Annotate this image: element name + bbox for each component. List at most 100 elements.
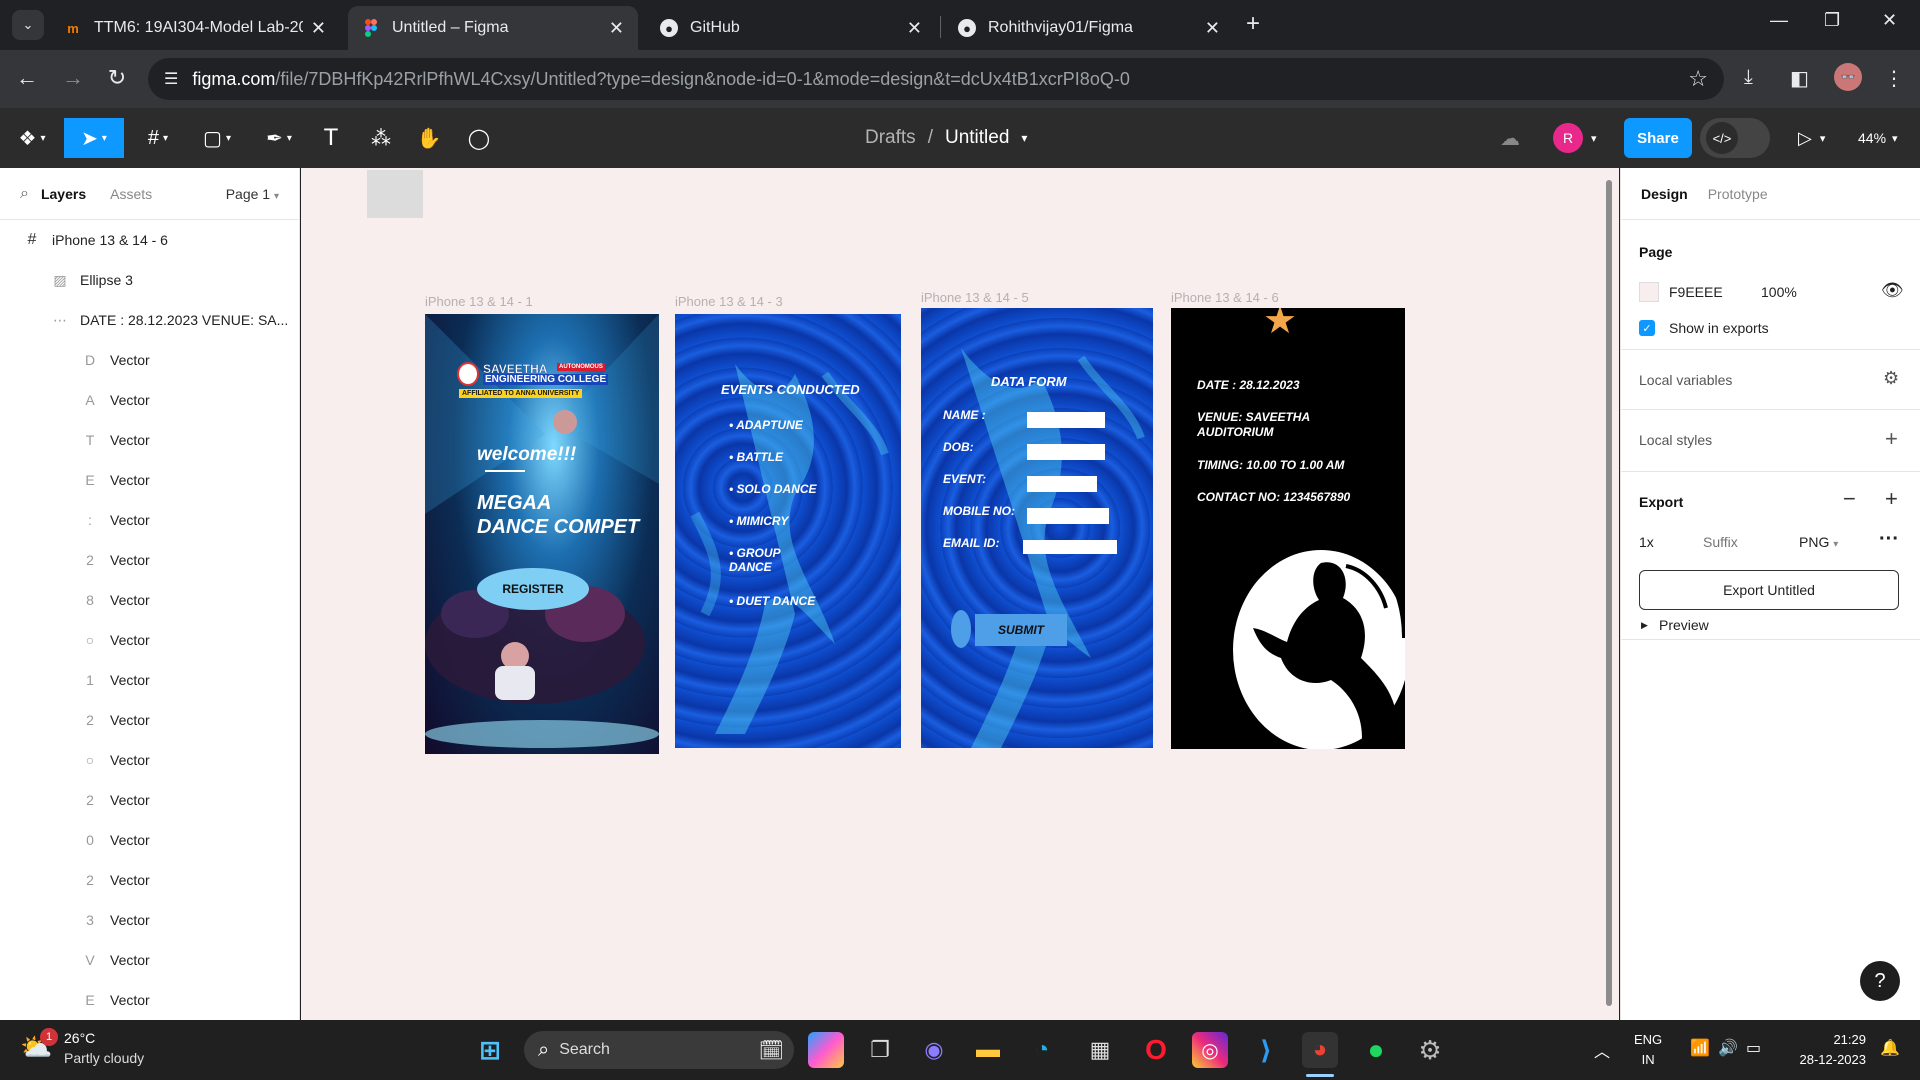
edge-browser-icon[interactable]: ◔ <box>1024 1032 1060 1068</box>
sliders-icon[interactable]: ⚙ <box>1883 368 1899 389</box>
plus-icon[interactable]: + <box>1885 426 1898 452</box>
layer-row[interactable]: 1 Vector <box>0 660 299 700</box>
spotify-icon[interactable]: ● <box>1358 1032 1394 1068</box>
clock[interactable]: 21:29 28-12-2023 <box>1782 1030 1867 1070</box>
tab-design[interactable]: Design <box>1641 186 1688 202</box>
tab-layers[interactable]: Layers <box>41 186 86 202</box>
hand-tool-button[interactable]: ✋ <box>414 118 444 158</box>
layer-row[interactable]: A Vector <box>0 380 299 420</box>
task-view-icon[interactable]: ❐ <box>862 1032 898 1068</box>
window-close-icon[interactable]: ✕ <box>1882 10 1897 31</box>
layer-row[interactable]: ⋯ DATE : 28.12.2023 VENUE: SA... <box>0 300 299 340</box>
name-input[interactable] <box>1027 412 1105 428</box>
frame-events[interactable]: EVENTS CONDUCTED • ADAPTUNE • BATTLE • S… <box>675 314 901 748</box>
more-horizontal-icon[interactable]: ··· <box>1879 528 1899 551</box>
layer-row[interactable]: 2 Vector <box>0 860 299 900</box>
layer-row[interactable]: E Vector <box>0 980 299 1020</box>
submit-button[interactable]: SUBMIT <box>975 614 1067 646</box>
layer-row[interactable]: # iPhone 13 & 14 - 6 <box>0 220 299 260</box>
layer-row[interactable]: ○ Vector <box>0 740 299 780</box>
file-name[interactable]: Untitled <box>945 127 1009 149</box>
volume-icon[interactable]: 🔊 <box>1718 1038 1738 1058</box>
frame-data-form[interactable]: DATA FORM NAME : DOB: EVENT: MOBILE NO: … <box>921 308 1153 748</box>
plus-icon[interactable]: + <box>1885 486 1898 512</box>
address-bar[interactable]: ☰ figma.com/file/7DBHfKp42RrlPfhWL4Cxsy/… <box>148 58 1724 100</box>
placeholder-rectangle[interactable] <box>367 170 423 218</box>
export-format-select[interactable]: PNG ▾ <box>1799 534 1838 550</box>
weather-desc[interactable]: Partly cloudy <box>64 1050 144 1066</box>
url-text[interactable]: figma.com/file/7DBHfKp42RrlPfhWL4Cxsy/Un… <box>192 69 1592 90</box>
layer-row[interactable]: E Vector <box>0 460 299 500</box>
frame-label[interactable]: iPhone 13 & 14 - 6 <box>1171 290 1279 305</box>
layer-row[interactable]: V Vector <box>0 940 299 980</box>
layer-row[interactable]: ▨ Ellipse 3 <box>0 260 299 300</box>
resources-tool-button[interactable]: ⁂ <box>366 118 396 158</box>
wifi-icon[interactable]: 📶 <box>1690 1038 1710 1058</box>
notification-bell-icon[interactable]: 🔔 <box>1880 1038 1900 1058</box>
restore-icon[interactable]: ❐ <box>1824 10 1840 31</box>
register-button[interactable]: REGISTER <box>477 568 589 610</box>
frame-label[interactable]: iPhone 13 & 14 - 1 <box>425 294 533 309</box>
more-vertical-icon[interactable]: ⋮ <box>1884 66 1904 91</box>
preview-toggle[interactable]: Preview <box>1659 617 1709 633</box>
user-avatar[interactable]: R <box>1553 123 1583 153</box>
browser-tab-figma[interactable]: Untitled – Figma ✕ <box>348 6 638 50</box>
taskbar-search[interactable]: ⌕ Search 🗓 <box>524 1031 794 1069</box>
mobile-input[interactable] <box>1027 508 1109 524</box>
language-indicator[interactable]: ENG IN <box>1634 1030 1662 1070</box>
dev-mode-switch[interactable]: </> <box>1700 118 1770 158</box>
browser-tab-github[interactable]: ● GitHub ✕ <box>646 6 936 50</box>
close-icon[interactable]: ✕ <box>311 18 326 39</box>
weather-temp[interactable]: 26°C <box>64 1030 95 1046</box>
battery-icon[interactable]: ▭ <box>1746 1038 1761 1058</box>
chevron-down-icon[interactable]: ▾ <box>1021 131 1027 145</box>
layer-row[interactable]: 2 Vector <box>0 780 299 820</box>
breadcrumb-drafts[interactable]: Drafts <box>865 127 916 149</box>
event-input[interactable] <box>1027 476 1097 492</box>
browser-profile-avatar[interactable]: 👓 <box>1834 63 1862 91</box>
side-panel-icon[interactable]: ◧ <box>1790 66 1809 91</box>
layer-row[interactable]: 8 Vector <box>0 580 299 620</box>
chrome-browser-icon[interactable]: ◕ <box>1302 1032 1338 1068</box>
close-icon[interactable]: ✕ <box>1205 18 1220 39</box>
browser-tab-lab[interactable]: m TTM6: 19AI304-Model Lab-202 ✕ <box>50 6 340 50</box>
microsoft-store-icon[interactable]: ▦ <box>1082 1032 1118 1068</box>
download-icon[interactable]: ⤓ <box>1744 66 1753 89</box>
text-tool-button[interactable]: T <box>316 118 346 158</box>
chevron-up-icon[interactable]: ︿ <box>1594 1038 1610 1062</box>
layer-row[interactable]: T Vector <box>0 420 299 460</box>
email-input[interactable] <box>1023 540 1117 554</box>
move-tool-button[interactable]: ➤ ▾ <box>64 118 124 158</box>
shape-tool-button[interactable]: ▢ ▾ <box>194 118 240 158</box>
frame-event-details[interactable]: ★ DATE : 28.12.2023 VENUE: SAVEETHA AUDI… <box>1171 308 1405 749</box>
cloud-save-icon[interactable]: ☁ <box>1500 118 1520 158</box>
page-opacity[interactable]: 100% <box>1761 284 1797 300</box>
eye-icon[interactable]: 👁 <box>1881 280 1904 301</box>
export-scale[interactable]: 1x <box>1639 534 1654 550</box>
multiplayer-avatars[interactable]: R ▾ <box>1553 118 1597 158</box>
layer-row[interactable]: : Vector <box>0 500 299 540</box>
tab-search-button[interactable]: ⌄ <box>12 10 44 40</box>
page-color-hex[interactable]: F9EEEE <box>1669 284 1723 300</box>
comment-tool-button[interactable]: ◯ <box>464 118 494 158</box>
pen-tool-button[interactable]: ✒ ▾ <box>256 118 302 158</box>
canvas-scrollbar[interactable] <box>1606 180 1612 1006</box>
layer-row[interactable]: 0 Vector <box>0 820 299 860</box>
page-selector[interactable]: Page 1 ▾ <box>226 186 279 202</box>
file-explorer-icon[interactable]: ▬ <box>970 1032 1006 1068</box>
export-suffix-input[interactable] <box>1703 528 1779 556</box>
weather-widget[interactable]: ⛅ 1 <box>20 1028 60 1068</box>
back-arrow-icon[interactable]: ← <box>12 64 42 92</box>
dob-input[interactable] <box>1027 444 1105 460</box>
local-variables-section[interactable]: Local variables ⚙ <box>1621 350 1920 410</box>
minus-icon[interactable]: − <box>1843 486 1856 512</box>
design-canvas[interactable]: iPhone 13 & 14 - 1 SAVEETHA AUTONOMOUS E… <box>301 168 1619 1020</box>
instagram-icon[interactable]: ◎ <box>1192 1032 1228 1068</box>
browser-tab-repo[interactable]: ● Rohithvijay01/Figma ✕ <box>944 6 1234 50</box>
forward-arrow-icon[interactable]: → <box>58 64 88 92</box>
settings-gear-icon[interactable]: ⚙ <box>1412 1032 1448 1068</box>
close-icon[interactable]: ✕ <box>609 18 624 39</box>
reload-icon[interactable]: ↻ <box>102 64 132 92</box>
site-settings-icon[interactable]: ☰ <box>164 69 178 89</box>
start-button[interactable]: ⊞ <box>472 1032 508 1068</box>
